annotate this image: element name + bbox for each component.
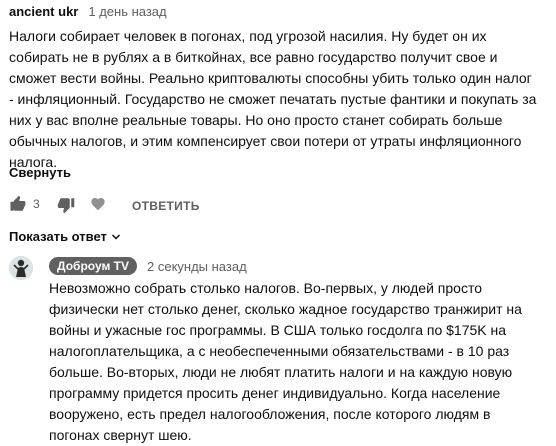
dislike-button[interactable]: [57, 196, 75, 214]
reply-line: войны и ужасные гос программы. В США тол…: [49, 322, 507, 338]
thumbs-up-icon: [9, 195, 27, 213]
chevron-down-icon: [110, 231, 122, 243]
reply-text: Невозможно собрать столько налогов. Во-п…: [49, 278, 549, 446]
show-replies-button[interactable]: Показать ответ: [9, 229, 122, 244]
comment-line: налога.: [9, 154, 58, 170]
reply-line: налогоплательщика, а с необеспеченными о…: [49, 343, 510, 359]
comment-text: Налоги собирает человек в погонах, под у…: [9, 26, 549, 173]
comment-line: обычных налогов, и этим компенсирует сво…: [9, 133, 522, 149]
reply-line: вооружено, есть предел налогообложения, …: [49, 406, 491, 422]
collapse-button[interactable]: Свернуть: [9, 165, 71, 180]
reply-avatar[interactable]: [9, 256, 33, 280]
comment-author[interactable]: ancient ukr: [9, 4, 78, 19]
comment-timestamp[interactable]: 1 день назад: [88, 4, 166, 19]
heart-button[interactable]: [90, 196, 106, 212]
comment-line: них у вас вполне реальные товары. Но оно…: [9, 112, 503, 128]
show-replies-label: Показать ответ: [9, 229, 107, 244]
reply-button[interactable]: ОТВЕТИТЬ: [132, 199, 200, 213]
comment-header: ancient ukr 1 день назад: [9, 4, 167, 19]
thumbs-down-icon: [57, 196, 75, 214]
reply-timestamp[interactable]: 2 секунды назад: [147, 259, 247, 274]
like-count: 3: [33, 197, 40, 211]
avatar-image: [9, 256, 33, 280]
heart-icon: [90, 196, 106, 212]
like-button[interactable]: [9, 195, 27, 213]
comment-line: сможет вести войны. Реально криптовалюты…: [9, 70, 532, 86]
comment-line: собирать не в рублях а в биткойнах, все …: [9, 49, 498, 65]
reply-header: Доброум TV 2 секунды назад: [49, 257, 247, 275]
reply-line: Невозможно собрать столько налогов. Во-п…: [49, 280, 482, 296]
comment-line: Налоги собирает человек в погонах, под у…: [9, 28, 487, 44]
reply-line: физически нет столько денег, сколько жад…: [49, 301, 522, 317]
reply-line: больше. Во-вторых, люди не любят платить…: [49, 364, 513, 380]
reply-author-badge[interactable]: Доброум TV: [49, 257, 137, 275]
reply-line: программу придется просить денег индивид…: [49, 385, 501, 401]
comment-line: - инфляционный. Государство не сможет пе…: [9, 91, 537, 107]
reply-line: погонах свернут шею.: [49, 427, 192, 443]
